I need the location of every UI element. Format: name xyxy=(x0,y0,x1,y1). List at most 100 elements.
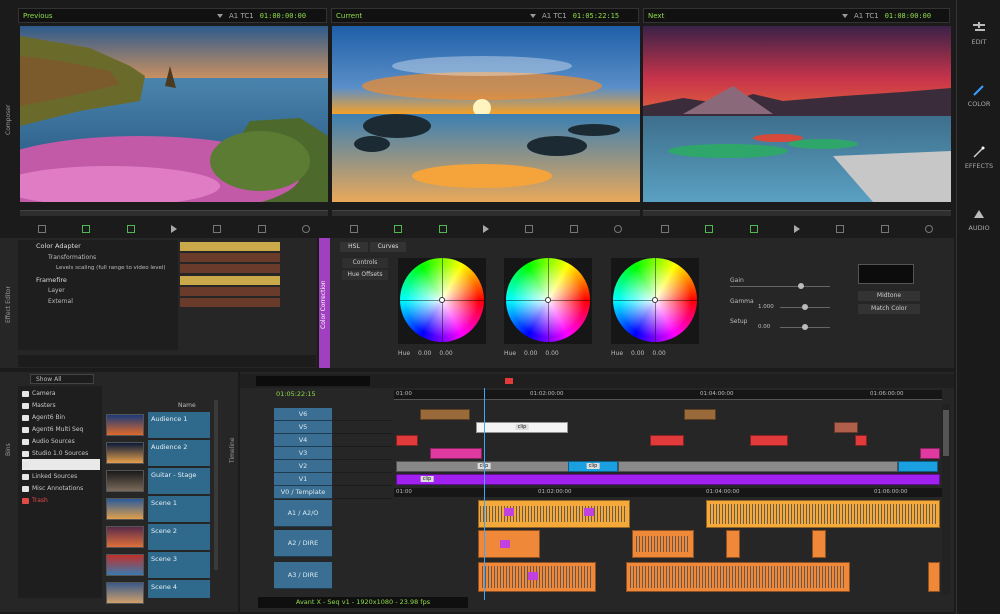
video-clip[interactable] xyxy=(420,409,470,420)
video-clip[interactable] xyxy=(430,448,482,459)
clip-thumbnail[interactable] xyxy=(106,470,144,492)
highlights-wheel[interactable] xyxy=(611,258,699,344)
mark-in-button[interactable] xyxy=(661,225,670,233)
mark-in-button[interactable] xyxy=(350,225,359,233)
curves-tab[interactable]: Curves xyxy=(370,242,406,252)
effect-item[interactable]: Color Adapter xyxy=(36,242,81,250)
play-button[interactable] xyxy=(170,225,177,233)
wheel-handle[interactable] xyxy=(439,297,445,303)
midtones-wheel[interactable] xyxy=(504,258,592,344)
track-header-template[interactable]: V0 / Template xyxy=(274,486,332,499)
edit-workspace[interactable]: EDIT xyxy=(957,22,1000,46)
folder-row[interactable]: Masters xyxy=(22,400,100,411)
audio-clip[interactable] xyxy=(812,530,826,558)
clip-name[interactable]: Guitar - Stage xyxy=(148,468,210,494)
hue-offsets-mode[interactable]: Hue Offsets xyxy=(342,270,388,280)
effect-item[interactable]: Levels scaling (full range to video leve… xyxy=(56,265,166,271)
audio-marker[interactable] xyxy=(528,572,538,580)
step-back-button[interactable] xyxy=(82,225,91,233)
next-scrubber[interactable] xyxy=(643,210,951,216)
video-clip[interactable] xyxy=(750,435,788,446)
play-button[interactable] xyxy=(482,225,489,233)
folder-row[interactable]: Linked Sources xyxy=(22,471,100,482)
midtone-button[interactable]: Midtone xyxy=(858,291,920,301)
gain-track[interactable] xyxy=(730,286,830,287)
video-clip[interactable] xyxy=(920,448,940,459)
mark-out-button[interactable] xyxy=(213,225,222,233)
step-forward-button[interactable] xyxy=(126,225,135,233)
keyframe-bar[interactable] xyxy=(180,253,280,262)
track-header-v4[interactable]: V4 xyxy=(274,434,332,447)
video-clip[interactable]: clip xyxy=(396,474,940,485)
clip-thumbnail[interactable] xyxy=(106,554,144,576)
bin-scrollbar[interactable] xyxy=(214,400,218,570)
track-controls[interactable] xyxy=(334,460,392,473)
wheel-handle[interactable] xyxy=(545,297,551,303)
step-back-button[interactable] xyxy=(394,225,403,233)
folder-row[interactable]: Misc Annotations xyxy=(22,483,100,494)
clip-name[interactable]: Scene 2 xyxy=(148,524,210,550)
folder-row[interactable]: Agent6 Bin xyxy=(22,412,100,423)
timeline-timecode-box[interactable] xyxy=(256,376,370,386)
settings-icon[interactable] xyxy=(613,225,622,233)
previous-scrubber[interactable] xyxy=(20,210,328,216)
chevron-down-icon[interactable] xyxy=(217,13,223,18)
tc-label[interactable]: A1 TC1 xyxy=(229,12,254,20)
video-clip[interactable] xyxy=(684,409,716,420)
track-header-v1[interactable]: V1 xyxy=(274,473,332,486)
clip-name[interactable]: Audience 2 xyxy=(148,440,210,466)
track-header-a1[interactable]: A1 / A2/O xyxy=(274,500,332,527)
effect-item[interactable]: Layer xyxy=(48,287,65,294)
loop-button[interactable] xyxy=(569,225,578,233)
track-controls[interactable] xyxy=(334,421,392,434)
effect-item[interactable]: External xyxy=(48,298,73,305)
video-clip[interactable] xyxy=(650,435,684,446)
audio-ruler[interactable] xyxy=(394,488,942,497)
folder-row-selected[interactable] xyxy=(22,459,100,470)
tc-label[interactable]: A1 TC1 xyxy=(854,12,879,20)
step-forward-button[interactable] xyxy=(749,225,758,233)
video-clip[interactable] xyxy=(618,461,898,472)
record-icon[interactable] xyxy=(505,378,513,384)
audio-marker[interactable] xyxy=(584,508,594,516)
track-header-v3[interactable]: V3 xyxy=(274,447,332,460)
color-workspace[interactable]: COLOR xyxy=(957,84,1000,108)
effect-editor-tab[interactable]: Effect Editor xyxy=(5,250,15,360)
step-back-button[interactable] xyxy=(705,225,714,233)
keyframe-bar[interactable] xyxy=(180,276,280,285)
play-button[interactable] xyxy=(793,225,800,233)
name-header[interactable]: Name xyxy=(178,402,196,409)
folder-row[interactable]: Agent6 Multi Seq xyxy=(22,424,100,435)
clip-thumbnail[interactable] xyxy=(106,442,144,464)
video-clip[interactable]: clip xyxy=(568,461,618,472)
audio-marker[interactable] xyxy=(504,508,514,516)
current-scrubber[interactable] xyxy=(332,210,640,216)
track-header-v2[interactable]: V2 xyxy=(274,460,332,473)
clip-thumbnail[interactable] xyxy=(106,414,144,436)
keyframe-bar[interactable] xyxy=(180,242,280,251)
current-viewer[interactable] xyxy=(332,26,640,202)
next-viewer[interactable] xyxy=(643,26,951,202)
loop-button[interactable] xyxy=(880,225,889,233)
folder-row[interactable]: Audio Sources xyxy=(22,436,100,447)
playhead[interactable] xyxy=(484,388,485,600)
monitor-name[interactable]: Next xyxy=(648,12,836,20)
keyframe-bar[interactable] xyxy=(180,264,280,273)
folder-row[interactable]: Camera xyxy=(22,388,100,399)
clip-thumbnail[interactable] xyxy=(106,582,144,604)
monitor-name[interactable]: Previous xyxy=(23,12,211,20)
track-controls[interactable] xyxy=(334,408,392,421)
track-controls[interactable] xyxy=(334,434,392,447)
composer-tab[interactable]: Composer xyxy=(5,40,15,200)
gamma-handle[interactable] xyxy=(802,304,808,310)
tc-label[interactable]: A1 TC1 xyxy=(542,12,567,20)
video-clip[interactable] xyxy=(855,435,867,446)
folder-row[interactable]: Trash xyxy=(22,495,100,506)
match-color-button[interactable]: Match Color xyxy=(858,304,920,314)
chevron-down-icon[interactable] xyxy=(530,13,536,18)
track-header-v6[interactable]: V6 xyxy=(274,408,332,421)
video-clip[interactable] xyxy=(396,435,418,446)
wheel-handle[interactable] xyxy=(652,297,658,303)
previous-viewer[interactable] xyxy=(20,26,328,202)
loop-button[interactable] xyxy=(257,225,266,233)
